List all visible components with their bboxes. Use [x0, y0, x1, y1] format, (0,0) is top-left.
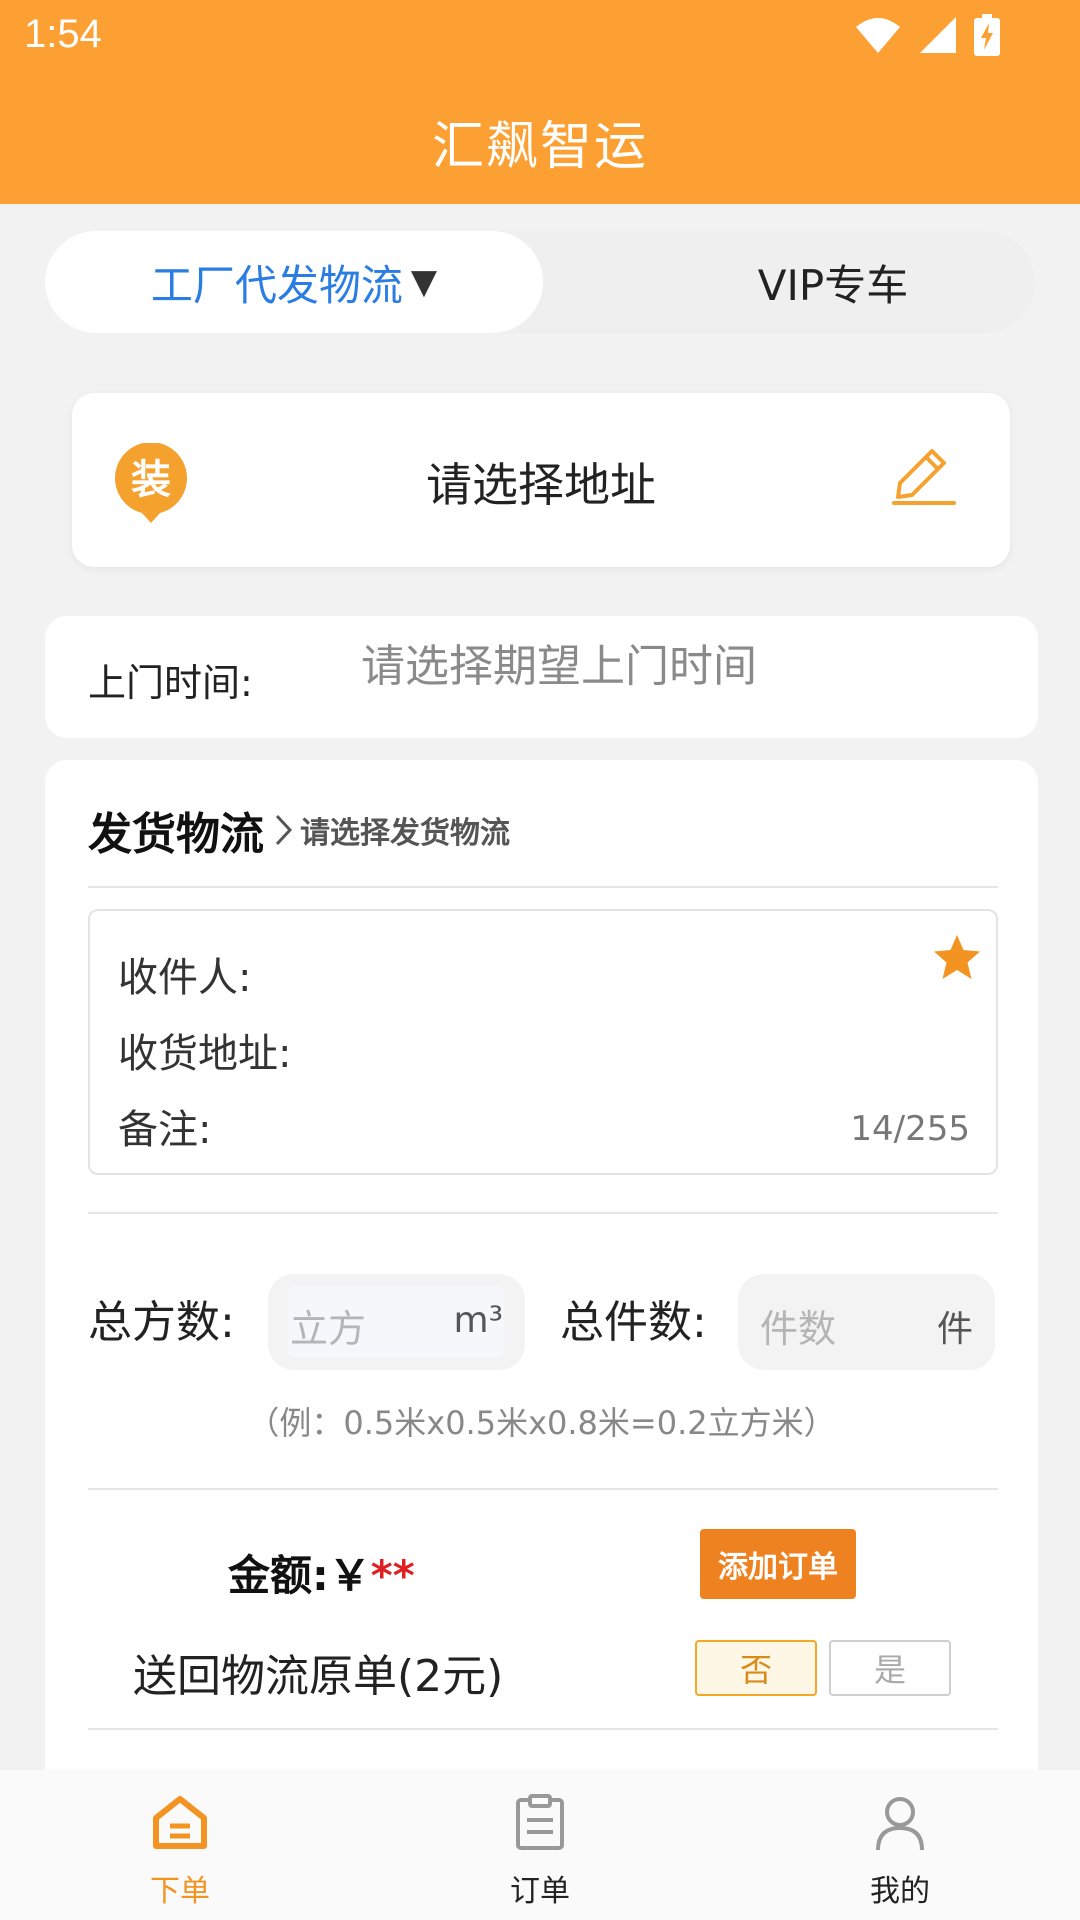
shipping-selector[interactable]: 发货物流 请选择发货物流: [88, 798, 510, 862]
star-icon[interactable]: [932, 933, 982, 983]
address-placeholder: 请选择地址: [426, 458, 656, 512]
tab-label: 工厂代发物流: [150, 260, 403, 310]
nav-label: 我的: [870, 1874, 930, 1909]
section-title: 发货物流: [88, 809, 264, 860]
volume-placeholder: 立方: [290, 1307, 367, 1351]
pickup-time-label: 上门时间:: [88, 661, 253, 705]
person-icon: [876, 1797, 924, 1851]
return-receipt-yes[interactable]: 是: [829, 1640, 951, 1696]
add-order-button[interactable]: 添加订单: [700, 1529, 856, 1599]
edit-icon[interactable]: [890, 445, 958, 507]
nav-label: 下单: [150, 1874, 210, 1909]
pickup-time-input[interactable]: 请选择期望上门时间: [361, 630, 757, 694]
shipping-placeholder: 请选择发货物流: [300, 816, 510, 851]
count-unit: 件: [936, 1309, 973, 1350]
address-card[interactable]: 装 请选择地址: [72, 393, 1010, 567]
mode-tabs: 工厂代发物流 ▼ VIP专车: [45, 231, 1035, 333]
divider: [88, 1728, 998, 1730]
status-icons: [854, 14, 1000, 56]
wifi-icon: [856, 18, 900, 53]
divider: [88, 1488, 998, 1490]
battery-icon: [974, 14, 1000, 56]
signal-icon: [920, 17, 956, 53]
divider: [88, 1212, 998, 1214]
app-header: 1:54 汇飙智运: [0, 0, 1080, 204]
order-form-card: 发货物流 请选择发货物流 收件人: 收货地址: 备注: 14/255 总方数: …: [45, 760, 1038, 1770]
count-label: 总件数:: [560, 1297, 707, 1348]
receiver-label: 收件人:: [118, 955, 252, 1001]
nav-item-profile[interactable]: 我的: [800, 1770, 1000, 1920]
receiver-box[interactable]: 收件人: 收货地址: 备注: 14/255: [88, 909, 998, 1175]
amount: 金额:￥**: [228, 1542, 415, 1603]
chevron-right-icon: [275, 814, 293, 846]
tab-label: VIP专车: [757, 260, 909, 310]
volume-label: 总方数:: [88, 1297, 235, 1348]
app-title: 汇飙智运: [431, 117, 648, 177]
tab-factory-logistics[interactable]: 工厂代发物流 ▼: [45, 231, 543, 333]
return-receipt-no[interactable]: 否: [695, 1640, 817, 1696]
count-placeholder: 件数: [760, 1307, 837, 1351]
home-icon: [153, 1796, 207, 1849]
receiver-address-label: 收货地址:: [118, 1031, 292, 1077]
caret-down-icon: ▼: [410, 262, 438, 302]
note-counter: 14/255: [850, 1109, 970, 1149]
amount-value: **: [370, 1551, 415, 1600]
divider: [88, 886, 998, 888]
count-input[interactable]: 件数 件: [738, 1274, 995, 1370]
amount-label: 金额:￥: [228, 1551, 371, 1600]
volume-unit: m³: [453, 1300, 504, 1341]
nav-item-order[interactable]: 下单: [80, 1770, 280, 1920]
tab-vip-car[interactable]: VIP专车: [585, 231, 1080, 333]
return-receipt-label: 送回物流原单(2元): [133, 1651, 504, 1702]
volume-input[interactable]: 立方 m³: [268, 1274, 525, 1370]
note-label: 备注:: [118, 1107, 212, 1153]
nav-label: 订单: [510, 1874, 570, 1909]
nav-item-orders[interactable]: 订单: [440, 1770, 640, 1920]
status-time: 1:54: [24, 12, 102, 56]
volume-example: （例：0.5米x0.5米x0.8米=0.2立方米）: [247, 1404, 836, 1442]
pickup-time-card[interactable]: 上门时间: 请选择期望上门时间: [45, 616, 1038, 738]
bottom-nav: 下单 订单 我的: [0, 1770, 1080, 1920]
clipboard-icon: [516, 1794, 564, 1850]
